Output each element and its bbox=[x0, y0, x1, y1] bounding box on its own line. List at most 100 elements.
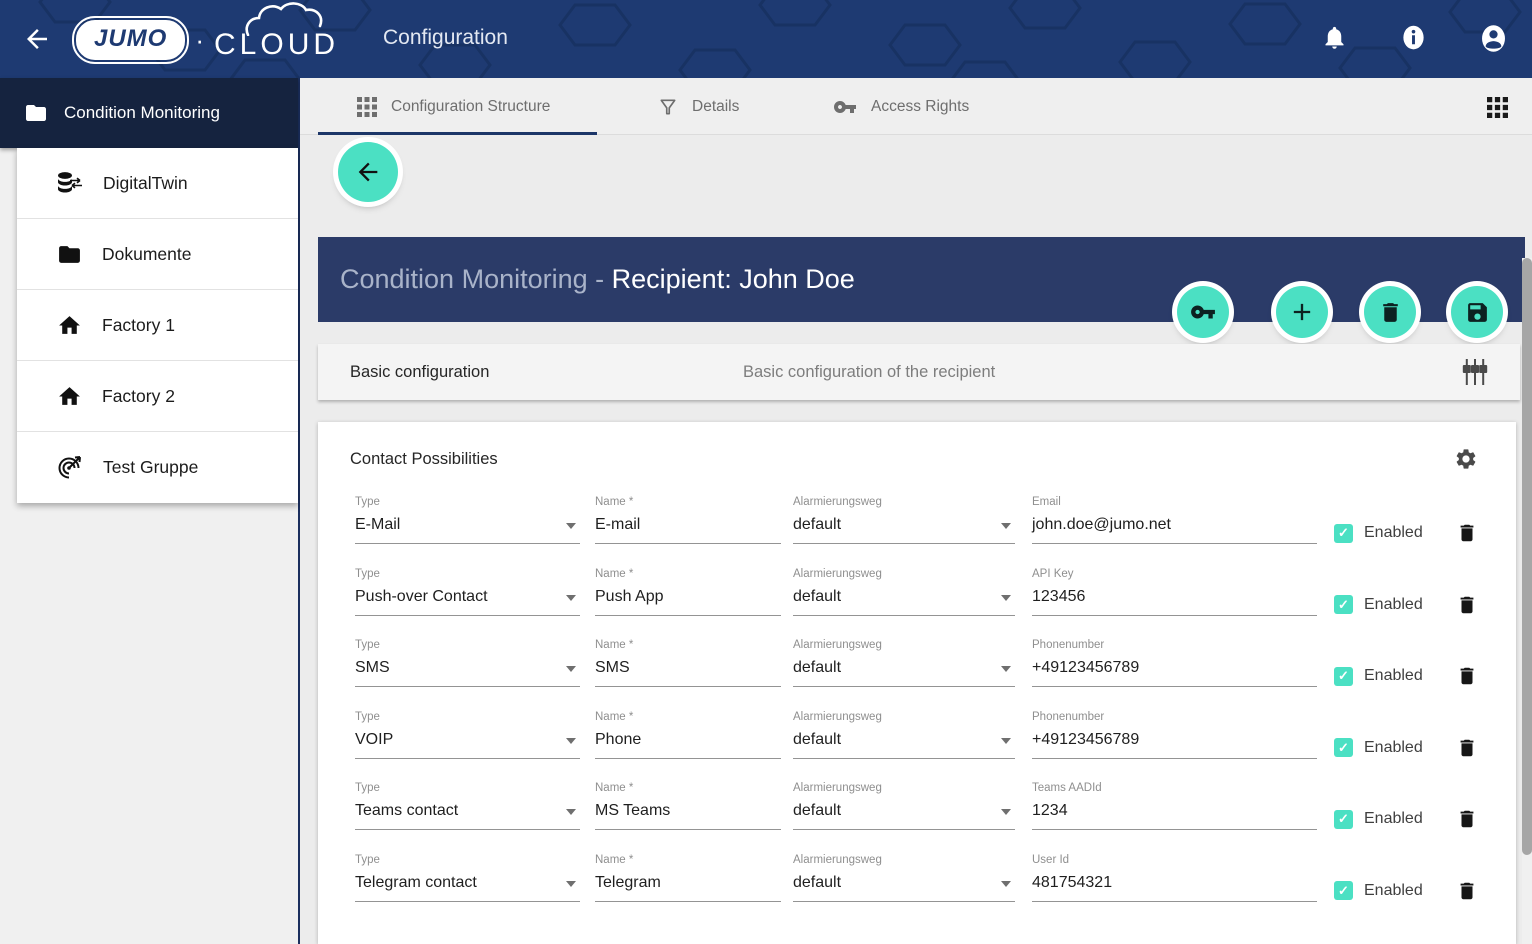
name-label: Name * bbox=[595, 711, 781, 723]
scrollbar-thumb[interactable] bbox=[1522, 258, 1532, 855]
enabled-checkbox[interactable]: ✓ bbox=[1334, 524, 1353, 543]
trash-icon[interactable] bbox=[1456, 880, 1478, 902]
name-input[interactable]: Telegram bbox=[595, 871, 781, 902]
trash-icon[interactable] bbox=[1456, 594, 1478, 616]
type-select[interactable]: SMS bbox=[355, 656, 580, 687]
contact-detail-label: Phonenumber bbox=[1032, 711, 1317, 723]
chevron-down-icon bbox=[566, 809, 576, 815]
alarm-route-select[interactable]: default bbox=[793, 871, 1015, 902]
contact-row: Type E-Mail Name * E-mail Alarmierungswe… bbox=[318, 490, 1516, 562]
basic-configuration-row[interactable]: Basic configuration Basic configuration … bbox=[318, 344, 1520, 400]
logo-dot: · bbox=[195, 25, 204, 56]
alarm-route-select[interactable]: default bbox=[793, 585, 1015, 616]
contact-detail-input[interactable]: +49123456789 bbox=[1032, 728, 1317, 759]
contact-detail-label: Email bbox=[1032, 496, 1317, 508]
vertical-scrollbar[interactable] bbox=[1522, 258, 1532, 944]
contact-detail-input[interactable]: +49123456789 bbox=[1032, 656, 1317, 687]
chevron-down-icon bbox=[1001, 595, 1011, 601]
info-icon[interactable] bbox=[1400, 24, 1427, 51]
jumo-cloud-logo: JUMO · CLOUD bbox=[76, 12, 339, 68]
type-select[interactable]: VOIP bbox=[355, 728, 580, 759]
sidebar-header-condition-monitoring[interactable]: Condition Monitoring bbox=[0, 78, 298, 148]
tab-label: Details bbox=[692, 98, 739, 116]
back-button[interactable] bbox=[338, 142, 398, 202]
alarm-route-value: default bbox=[793, 874, 841, 891]
back-arrow-icon[interactable] bbox=[22, 24, 52, 54]
contact-detail-value: 481754321 bbox=[1032, 874, 1112, 891]
type-value: Teams contact bbox=[355, 802, 458, 819]
tab-access-rights[interactable]: Access Rights bbox=[833, 78, 969, 135]
name-value: E-mail bbox=[595, 516, 640, 533]
alarm-route-field: Alarmierungsweg default bbox=[793, 782, 1015, 830]
alarm-route-field: Alarmierungsweg default bbox=[793, 568, 1015, 616]
alarm-route-select[interactable]: default bbox=[793, 656, 1015, 687]
sidebar-item-label: Test Gruppe bbox=[103, 457, 198, 478]
alarm-route-select[interactable]: default bbox=[793, 728, 1015, 759]
chevron-down-icon bbox=[566, 595, 576, 601]
enabled-group: ✓ Enabled bbox=[1334, 737, 1478, 759]
account-icon[interactable] bbox=[1479, 24, 1508, 53]
access-key-button[interactable] bbox=[1177, 286, 1229, 338]
target-spiral-icon bbox=[57, 455, 83, 480]
enabled-checkbox[interactable]: ✓ bbox=[1334, 738, 1353, 757]
contact-detail-field: Email john.doe@jumo.net bbox=[1032, 496, 1317, 544]
trash-icon[interactable] bbox=[1456, 737, 1478, 759]
recipient-title: Condition Monitoring - Recipient: John D… bbox=[340, 264, 855, 295]
name-input[interactable]: Phone bbox=[595, 728, 781, 759]
chevron-down-icon bbox=[566, 523, 576, 529]
enabled-checkbox[interactable]: ✓ bbox=[1334, 667, 1353, 686]
sidebar-item-factory-1[interactable]: Factory 1 bbox=[17, 290, 298, 361]
type-select[interactable]: E-Mail bbox=[355, 513, 580, 544]
sidebar-item-dokumente[interactable]: Dokumente bbox=[17, 219, 298, 290]
type-select[interactable]: Push-over Contact bbox=[355, 585, 580, 616]
sidebar-item-label: DigitalTwin bbox=[103, 173, 188, 194]
type-select[interactable]: Telegram contact bbox=[355, 871, 580, 902]
alarm-route-select[interactable]: default bbox=[793, 513, 1015, 544]
trash-icon[interactable] bbox=[1456, 522, 1478, 544]
delete-button[interactable] bbox=[1364, 286, 1416, 338]
sidebar-item-test-gruppe[interactable]: Test Gruppe bbox=[17, 432, 298, 503]
trash-icon[interactable] bbox=[1456, 665, 1478, 687]
name-field: Name * E-mail bbox=[595, 496, 781, 544]
name-input[interactable]: Push App bbox=[595, 585, 781, 616]
add-button[interactable] bbox=[1276, 286, 1328, 338]
contact-detail-input[interactable]: 123456 bbox=[1032, 585, 1317, 616]
sidebar-item-factory-2[interactable]: Factory 2 bbox=[17, 361, 298, 432]
enabled-checkbox[interactable]: ✓ bbox=[1334, 810, 1353, 829]
contact-detail-input[interactable]: john.doe@jumo.net bbox=[1032, 513, 1317, 544]
grid-view-icon[interactable] bbox=[1487, 97, 1508, 118]
sidebar-header-label: Condition Monitoring bbox=[64, 103, 220, 123]
name-label: Name * bbox=[595, 854, 781, 866]
enabled-checkbox[interactable]: ✓ bbox=[1334, 881, 1353, 900]
chevron-down-icon bbox=[1001, 809, 1011, 815]
grid-icon bbox=[357, 97, 377, 117]
name-field: Name * Phone bbox=[595, 711, 781, 759]
contact-detail-input[interactable]: 481754321 bbox=[1032, 871, 1317, 902]
name-input[interactable]: E-mail bbox=[595, 513, 781, 544]
save-button[interactable] bbox=[1451, 286, 1503, 338]
contact-detail-input[interactable]: 1234 bbox=[1032, 799, 1317, 830]
name-input[interactable]: MS Teams bbox=[595, 799, 781, 830]
enabled-group: ✓ Enabled bbox=[1334, 808, 1478, 830]
notifications-bell-icon[interactable] bbox=[1321, 24, 1348, 51]
type-select[interactable]: Teams contact bbox=[355, 799, 580, 830]
contact-detail-label: API Key bbox=[1032, 568, 1317, 580]
sidebar-item-digitaltwin[interactable]: DigitalTwin bbox=[17, 148, 298, 219]
name-input[interactable]: SMS bbox=[595, 656, 781, 687]
contact-detail-field: User Id 481754321 bbox=[1032, 854, 1317, 902]
app-window: JUMO · CLOUD Configuration bbox=[0, 0, 1532, 944]
name-field: Name * MS Teams bbox=[595, 782, 781, 830]
cloud-outline-icon bbox=[242, 2, 342, 36]
tune-sliders-icon[interactable] bbox=[1462, 359, 1488, 385]
type-value: Push-over Contact bbox=[355, 588, 488, 605]
home-icon bbox=[57, 313, 82, 338]
alarm-route-select[interactable]: default bbox=[793, 799, 1015, 830]
tab-configuration-structure[interactable]: Configuration Structure bbox=[357, 78, 550, 135]
tab-details[interactable]: Details bbox=[658, 78, 739, 135]
trash-icon[interactable] bbox=[1456, 808, 1478, 830]
contact-detail-field: Teams AADId 1234 bbox=[1032, 782, 1317, 830]
gear-icon[interactable] bbox=[1454, 447, 1478, 471]
contact-detail-label: Teams AADId bbox=[1032, 782, 1317, 794]
enabled-checkbox[interactable]: ✓ bbox=[1334, 595, 1353, 614]
type-value: VOIP bbox=[355, 731, 393, 748]
